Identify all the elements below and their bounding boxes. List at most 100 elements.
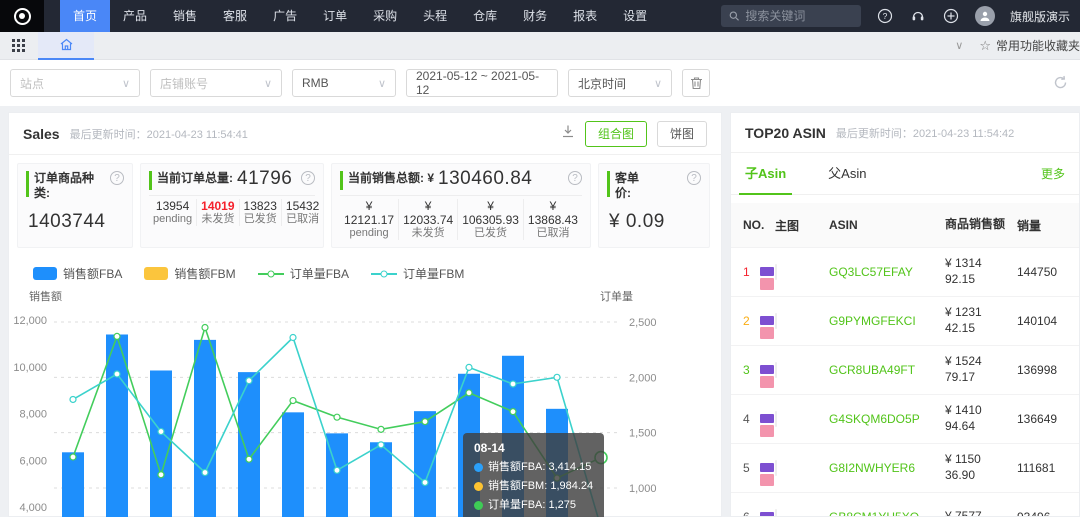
tab-child-asin[interactable]: 子Asin [745,153,786,195]
legend-item-fbm-orders[interactable]: 订单量FBM [371,265,464,282]
asin-link: GB8CM1YH5XO [829,510,945,517]
asin-link: G8I2NWHYER6 [829,461,945,475]
shop-account-select[interactable]: 店铺账号∨ [150,69,282,97]
tabs-overflow-chevron-icon[interactable]: ∨ [955,39,963,52]
product-thumbnail [775,411,777,427]
search-input[interactable] [745,9,853,23]
substat-pending: ¥ 12121.17pending [340,199,398,240]
table-row[interactable]: 5 G8I2NWHYER6 ¥ 115036.90 111681 [731,443,1079,492]
tooltip-date: 08-14 [474,439,593,458]
tooltip-dot [474,463,483,472]
kpi-title: 当前销售总额: ¥ [348,171,434,186]
table-row[interactable]: 2 G9PYMGFEKCI ¥ 123142.15 140104 [731,296,1079,345]
product-thumbnail [775,509,777,517]
help-circle-icon[interactable]: ? [110,171,124,185]
user-avatar[interactable] [975,6,995,26]
headset-support-icon[interactable] [909,7,927,25]
nav-item-finance[interactable]: 财务 [510,0,560,32]
pie-chart-button[interactable]: 饼图 [657,121,707,147]
globe-language-icon[interactable] [942,7,960,25]
kpi-title: 当前订单总量: [157,171,233,186]
user-plan-label[interactable]: 旗舰版演示 [1010,8,1070,25]
nav-item-service[interactable]: 客服 [210,0,260,32]
table-row[interactable]: 4 G4SKQM6DO5P ¥ 141094.64 136649 [731,394,1079,443]
kpi-card-avg-order-value: 客单价: ? ¥ 0.09 [598,163,710,248]
asin-link: GQ3LC57EFAY [829,265,945,279]
chevron-down-icon: ∨ [654,77,662,90]
kpi-card-sales-total: 当前销售总额: ¥ 130460.84 ? ¥ 12121.17pending … [331,163,591,248]
legend-swatch [371,273,397,275]
help-icon[interactable]: ? [876,7,894,25]
substat-unshipped: ¥ 12033.74未发货 [398,199,457,240]
trash-icon [690,76,703,90]
nav-item-ads[interactable]: 广告 [260,0,310,32]
tab-strip-bar: ∨ ☆ 常用功能收藏夹 [0,32,1080,60]
tab-home[interactable] [38,32,94,60]
table-row[interactable]: 1 GQ3LC57EFAY ¥ 131492.15 144750 [731,247,1079,296]
legend-item-fba-orders[interactable]: 订单量FBA [258,265,349,282]
tab-parent-asin[interactable]: 父Asin [828,153,866,195]
tooltip-dot [474,501,483,510]
chevron-down-icon: ∨ [122,77,130,90]
legend-item-fba-sales[interactable]: 销售额FBA [33,265,122,282]
asin-link: GCR8UBA49FT [829,363,945,377]
chevron-down-icon: ∨ [264,77,272,90]
top-nav-bar: 首页 产品 销售 客服 广告 订单 采购 头程 仓库 财务 报表 设置 ? 旗舰… [0,0,1080,32]
kpi-value: 41796 [237,168,292,190]
nav-item-orders[interactable]: 订单 [310,0,360,32]
search-icon [729,10,739,22]
svg-text:2,000: 2,000 [629,373,657,385]
kpi-title: 订单商品种类: [34,171,98,201]
legend-swatch [258,273,284,275]
svg-text:6,000: 6,000 [19,455,47,467]
nav-item-warehouse[interactable]: 仓库 [460,0,510,32]
nav-item-products[interactable]: 产品 [110,0,160,32]
global-search[interactable] [721,5,861,27]
combo-chart-button[interactable]: 组合图 [585,121,647,147]
chart-legend: 销售额FBA 销售额FBM 订单量FBA 订单量FBM [9,256,721,282]
help-circle-icon[interactable]: ? [301,171,315,185]
product-thumbnail [775,313,777,329]
nav-item-first-leg[interactable]: 头程 [410,0,460,32]
currency-select[interactable]: RMB∨ [292,69,396,97]
table-row[interactable]: 6 GB8CM1YH5XO ¥ 7577 93496 [731,492,1079,517]
legend-item-fbm-sales[interactable]: 销售额FBM [144,265,235,282]
legend-swatch [33,267,57,280]
clear-filters-button[interactable] [682,69,710,97]
svg-text:12,000: 12,000 [13,315,47,327]
date-range-picker[interactable]: 2021-05-12 ~ 2021-05-12 [406,69,558,97]
nav-item-purchase[interactable]: 采购 [360,0,410,32]
help-circle-icon[interactable]: ? [687,171,701,185]
nav-item-reports[interactable]: 报表 [560,0,610,32]
nav-item-sales[interactable]: 销售 [160,0,210,32]
apps-grid-icon[interactable] [0,32,38,60]
download-icon[interactable] [561,124,575,143]
star-icon: ☆ [979,38,991,54]
nav-item-home[interactable]: 首页 [60,0,110,32]
legend-swatch [144,267,168,280]
substat-pending: 13954pending [149,199,196,226]
home-icon [59,37,74,52]
substat-shipped: ¥ 106305.93已发货 [457,199,523,240]
left-axis-title: 销售额 [29,288,62,304]
table-row[interactable]: 3 GCR8UBA49FT ¥ 152479.17 136998 [731,345,1079,394]
substat-cancelled: ¥ 13868.43已取消 [523,199,582,240]
svg-text:4,000: 4,000 [19,502,47,514]
kpi-card-order-total: 当前订单总量: 41796 ? 13954pending 14019未发货 13… [140,163,324,248]
site-select[interactable]: 站点∨ [10,69,140,97]
green-accent-bar [607,171,610,197]
timezone-select[interactable]: 北京时间∨ [568,69,672,97]
app-logo[interactable] [0,0,44,32]
sales-updated-time: 最后更新时间：2021-04-23 11:54:41 [70,126,248,142]
kpi-cards: 订单商品种类: ? 1403744 当前订单总量: 41796 ? 13954p… [9,155,721,256]
combo-chart[interactable]: 2,5002,0001,5001,00012,00010,0008,0006,0… [9,305,721,517]
help-circle-icon[interactable]: ? [568,171,582,185]
green-accent-bar [340,171,343,190]
substat-shipped: 13823已发货 [239,199,281,226]
favorites-shortcut[interactable]: ☆ 常用功能收藏夹 [979,37,1080,54]
svg-text:?: ? [883,11,888,21]
kpi-title: 客单价: [615,171,649,201]
refresh-icon[interactable] [1053,75,1068,95]
more-link[interactable]: 更多 [1041,165,1065,182]
nav-item-settings[interactable]: 设置 [610,0,660,32]
